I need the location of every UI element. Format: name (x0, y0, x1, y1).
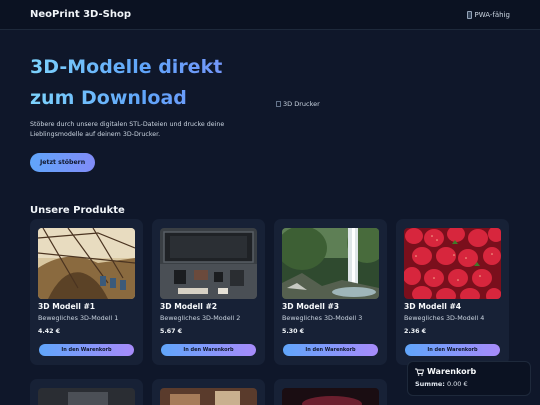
product-card (152, 379, 265, 405)
hero-image: 3D Drucker (276, 100, 320, 108)
product-name: 3D Modell #3 (282, 302, 340, 311)
hero-title-line1: 3D-Modelle direkt (30, 56, 223, 78)
add-to-cart-button[interactable]: In den Warenkorb (39, 344, 134, 356)
add-to-cart-button[interactable]: In den Warenkorb (161, 344, 256, 356)
product-name: 3D Modell #1 (38, 302, 96, 311)
browse-button[interactable]: Jetzt stöbern (30, 153, 96, 172)
product-price: 2.36 € (404, 328, 427, 335)
pwa-badge-label: PWA-fähig (474, 10, 511, 19)
product-description: Bewegliches 3D-Modell 4 (404, 314, 485, 322)
product-price: 4.42 € (38, 328, 61, 335)
hero-text: Stöbere durch unsere digitalen STL-Datei… (30, 121, 225, 138)
product-name: 3D Modell #2 (160, 302, 218, 311)
product-image[interactable] (282, 228, 379, 299)
hero-image-alt: 3D Drucker (283, 100, 320, 108)
product-card (274, 379, 387, 405)
hero-title-line2: zum Download (30, 87, 187, 109)
product-image[interactable] (38, 388, 135, 405)
product-image[interactable] (404, 228, 501, 299)
pwa-badge: PWA-fähig (466, 10, 511, 19)
phone-icon (466, 10, 472, 19)
product-description: Bewegliches 3D-Modell 3 (282, 314, 363, 322)
product-card (30, 379, 143, 405)
product-card: 3D Modell #4 Bewegliches 3D-Modell 4 2.3… (396, 219, 509, 365)
product-card: 3D Modell #1 Bewegliches 3D-Modell 1 4.4… (30, 219, 143, 365)
cart-icon (415, 368, 424, 376)
add-to-cart-button[interactable]: In den Warenkorb (405, 344, 500, 356)
cart-title: Warenkorb (427, 367, 477, 376)
product-description: Bewegliches 3D-Modell 1 (38, 314, 119, 322)
product-image[interactable] (282, 388, 379, 405)
add-to-cart-button[interactable]: In den Warenkorb (283, 344, 378, 356)
product-image[interactable] (160, 228, 257, 299)
brand-title[interactable]: NeoPrint 3D-Shop (30, 9, 131, 20)
cart-sum: Summe: 0.00 € (415, 380, 523, 388)
cart-sum-label: Summe: (415, 380, 445, 388)
hero-section: 3D-Modelle direkt zum Download Stöbere d… (30, 52, 280, 172)
product-description: Bewegliches 3D-Modell 2 (160, 314, 241, 322)
products-heading: Unsere Produkte (30, 205, 125, 216)
product-card: 3D Modell #3 Bewegliches 3D-Modell 3 5.3… (274, 219, 387, 365)
cart-title-row: Warenkorb (415, 367, 523, 376)
top-navbar: NeoPrint 3D-Shop PWA-fähig (0, 0, 540, 30)
product-image[interactable] (38, 228, 135, 299)
cart-sum-value: 0.00 € (446, 380, 468, 388)
cart-widget[interactable]: Warenkorb Summe: 0.00 € (407, 361, 531, 396)
product-card: 3D Modell #2 Bewegliches 3D-Modell 2 5.6… (152, 219, 265, 365)
hero-title: 3D-Modelle direkt zum Download (30, 52, 280, 114)
broken-image-icon (276, 101, 281, 107)
product-price: 5.67 € (160, 328, 183, 335)
product-price: 5.30 € (282, 328, 305, 335)
product-name: 3D Modell #4 (404, 302, 462, 311)
product-image[interactable] (160, 388, 257, 405)
